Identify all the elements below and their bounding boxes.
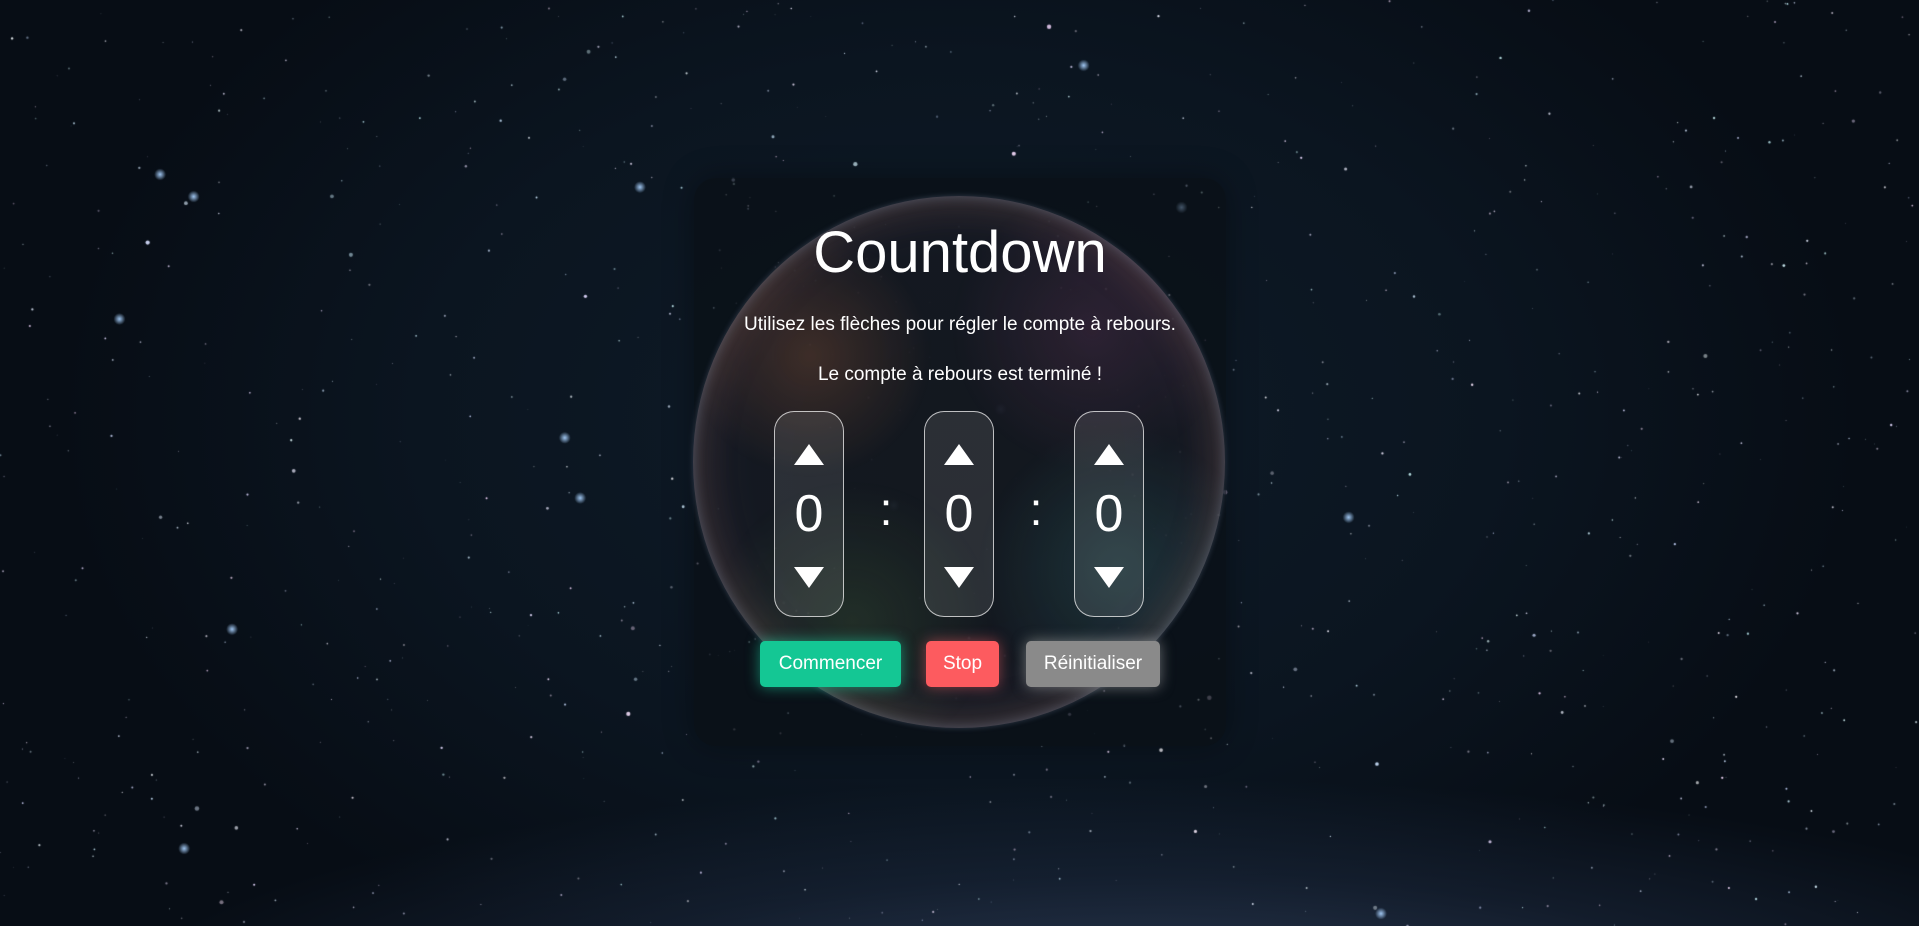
page-title: Countdown [813, 220, 1107, 285]
seconds-increase-arrow-up-icon[interactable] [1094, 444, 1124, 465]
start-button[interactable]: Commencer [760, 641, 901, 687]
hours-value: 0 [794, 485, 824, 543]
time-separator: : [879, 483, 893, 535]
seconds-stepper: 0 [1074, 411, 1144, 617]
status-message: Le compte à rebours est terminé ! [817, 364, 1103, 385]
time-separator: : [1029, 483, 1043, 535]
seconds-value: 0 [1094, 485, 1124, 543]
hours-increase-arrow-up-icon[interactable] [794, 444, 824, 465]
seconds-decrease-arrow-down-icon[interactable] [1094, 567, 1124, 588]
minutes-decrease-arrow-down-icon[interactable] [944, 567, 974, 588]
minutes-value: 0 [944, 485, 974, 543]
instructions-text: Utilisez les flèches pour régler le comp… [744, 314, 1176, 335]
hours-stepper: 0 [774, 411, 844, 617]
minutes-increase-arrow-up-icon[interactable] [944, 444, 974, 465]
minutes-stepper: 0 [924, 411, 994, 617]
stop-button[interactable]: Stop [926, 641, 999, 687]
hours-decrease-arrow-down-icon[interactable] [794, 567, 824, 588]
reset-button[interactable]: Réinitialiser [1026, 641, 1160, 687]
